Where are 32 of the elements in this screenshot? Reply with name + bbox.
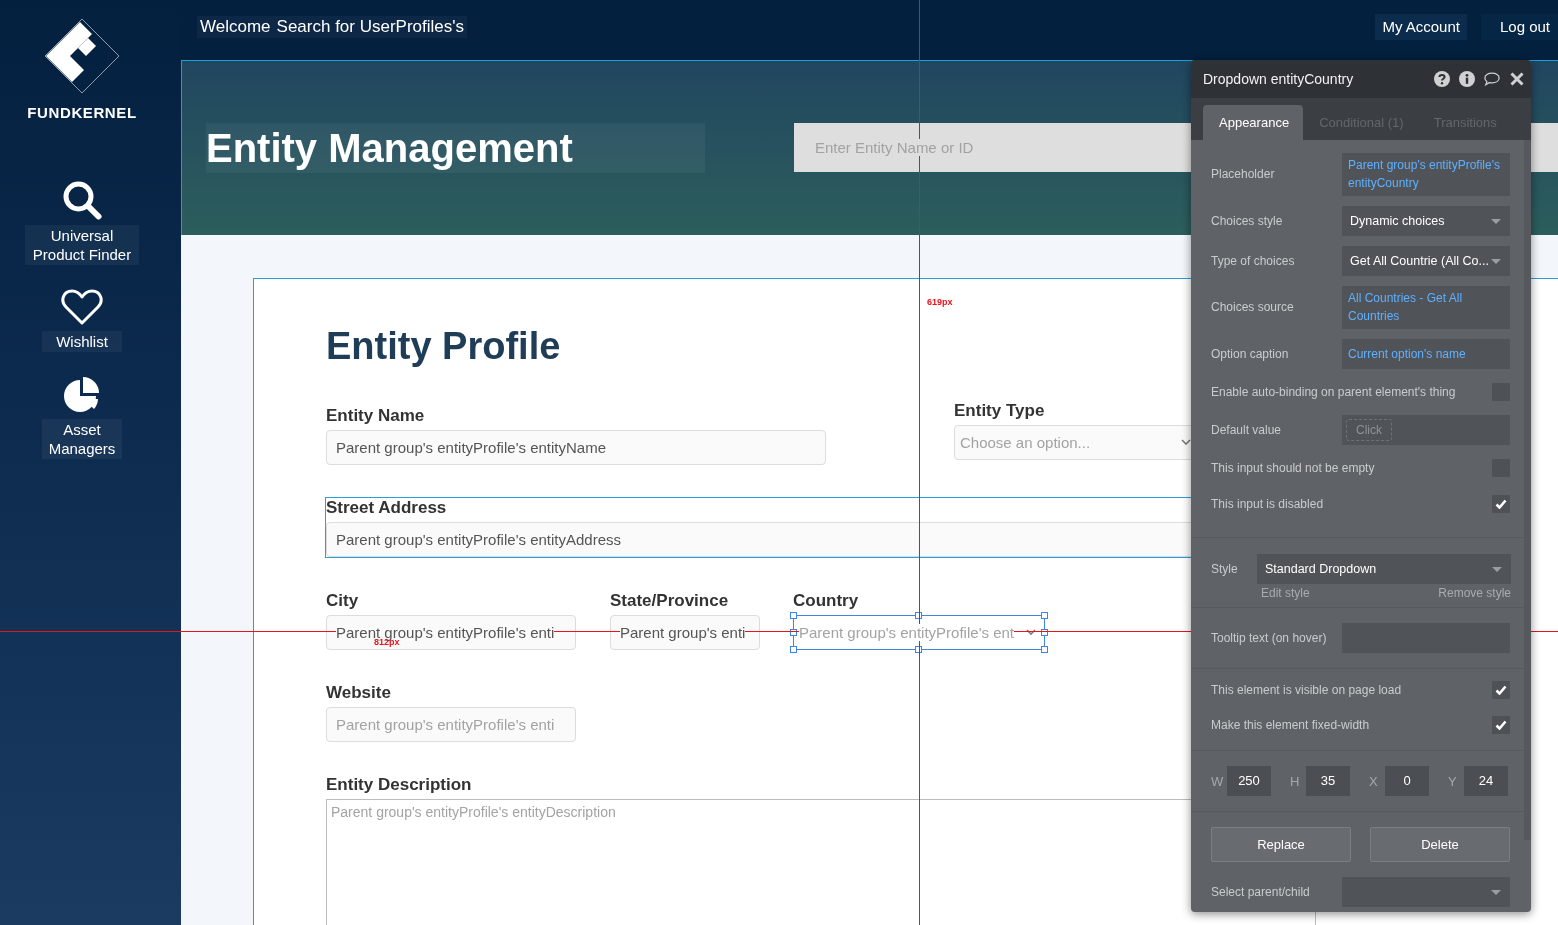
field-label: State/Province [610, 591, 729, 611]
property-label: Make this element fixed-width [1211, 717, 1370, 733]
page-title: Entity Management [206, 123, 705, 173]
property-label: This element is visible on page load [1211, 682, 1402, 698]
property-label: This input should not be empty [1211, 460, 1375, 476]
size-label: H [1290, 773, 1301, 789]
field-label: City [326, 591, 359, 611]
property-label: Style [1211, 561, 1239, 577]
property-label: Default value [1211, 422, 1283, 438]
size-label: W [1211, 773, 1225, 789]
field-label: Street Address [326, 498, 447, 518]
welcome-text: Welcome [197, 16, 274, 38]
size-label: X [1369, 773, 1379, 789]
field-label: Entity Type [954, 401, 1045, 421]
guide-label: 619px [927, 297, 953, 307]
property-label: Enable auto-binding on parent element's thing [1211, 384, 1456, 400]
property-label: Choices source [1211, 300, 1295, 315]
field-label: Entity Name [326, 406, 425, 426]
property-label: Choices style [1211, 213, 1284, 229]
logo-text: FUNDKERNEL [27, 104, 137, 122]
property-label: Select parent/child [1211, 884, 1311, 900]
property-label: Tooltip text (on hover) [1211, 630, 1328, 646]
property-label: This input is disabled [1211, 496, 1324, 512]
field-label: Country [793, 591, 859, 611]
field-label: Website [326, 683, 391, 703]
property-label: Type of choices [1211, 253, 1296, 269]
size-label: Y [1448, 773, 1458, 789]
property-label: Option caption [1211, 346, 1290, 362]
page-heading: Search for UserProfiles's [273, 16, 468, 38]
field-label: Entity Description [326, 775, 472, 795]
form-title: Entity Profile [326, 324, 561, 369]
dialog-title: Dropdown entityCountry [1203, 71, 1354, 87]
